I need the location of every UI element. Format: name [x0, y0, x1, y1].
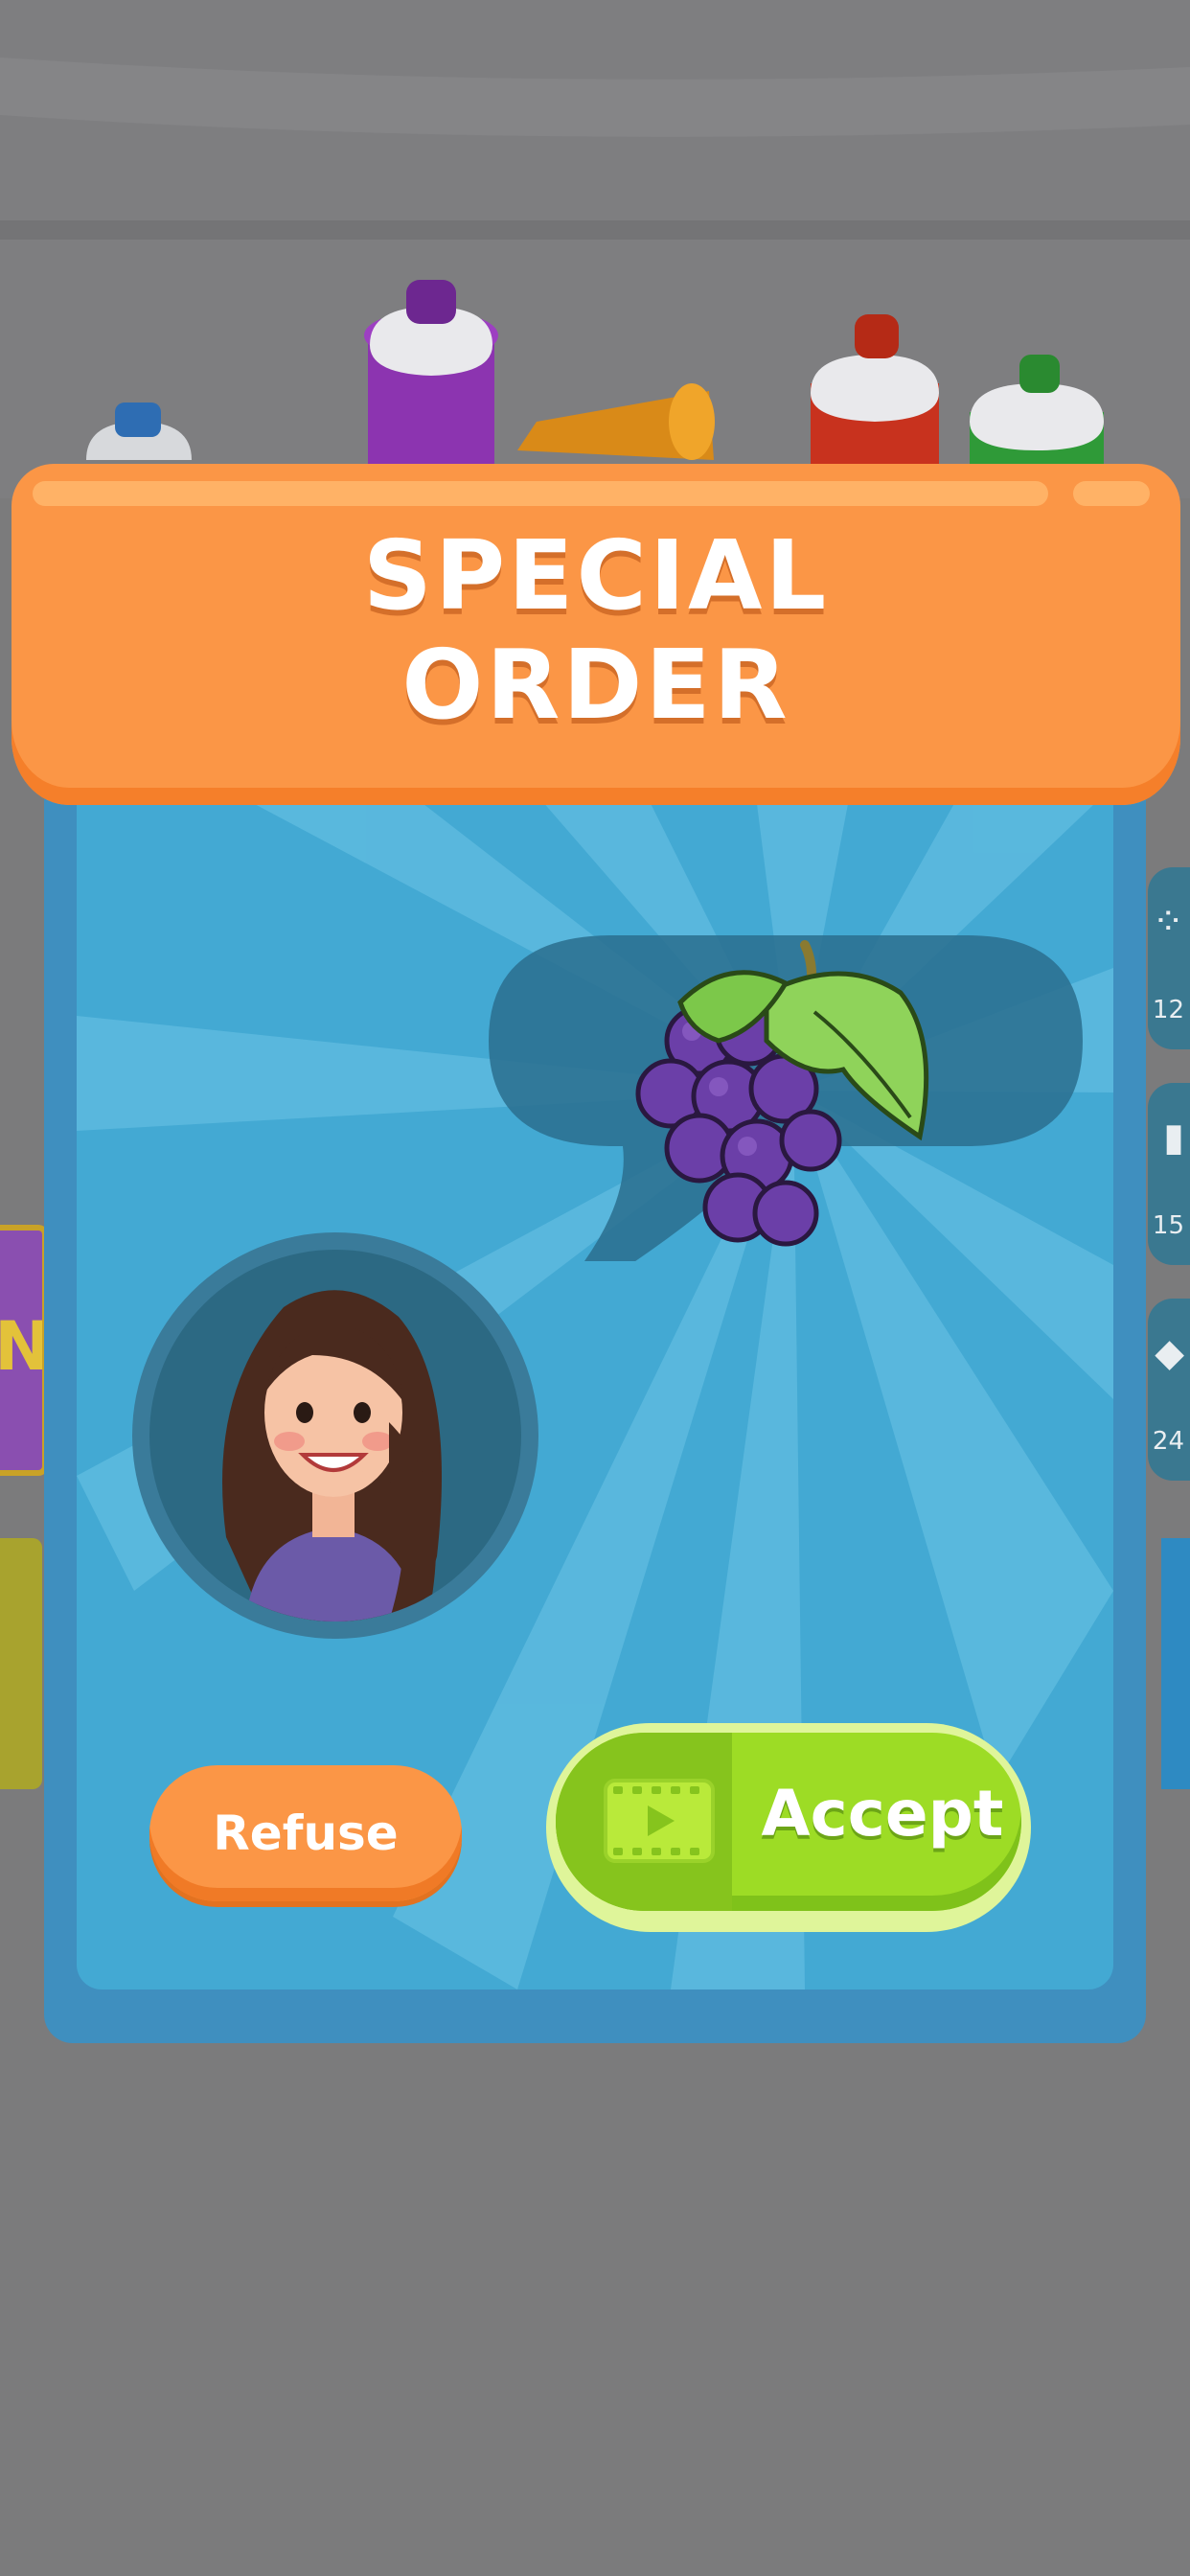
side-tab-count: 12: [1152, 996, 1184, 1024]
header-gloss: [33, 481, 1048, 506]
customer-avatar: [149, 1250, 521, 1622]
side-tab-left-yellow: [0, 1538, 42, 1789]
side-tab-right-3: ◆ 24: [1148, 1299, 1190, 1481]
accept-button-label: Accept: [761, 1777, 1004, 1851]
dialog-title: SPECIAL ORDER: [11, 521, 1180, 740]
customer-avatar-frame: [132, 1232, 538, 1639]
grapes-icon: [635, 940, 929, 1247]
pin-icon: ◆: [1155, 1331, 1184, 1375]
dialog-header: SPECIAL ORDER: [11, 464, 1180, 805]
refuse-button-label: Refuse: [213, 1806, 399, 1861]
shelf-background: [0, 0, 1190, 498]
woman-customer-avatar: [222, 1290, 442, 1622]
title-line-1: SPECIAL: [362, 519, 830, 632]
side-tab-count: 15: [1152, 1211, 1184, 1240]
side-tab-right-1: ⁘ 12: [1148, 867, 1190, 1049]
header-gloss: [1073, 481, 1150, 506]
side-tab-right-2: ▮ 15: [1148, 1083, 1190, 1265]
side-tab-count: 24: [1152, 1427, 1184, 1456]
side-tab-right-bar: [1161, 1538, 1190, 1789]
bottle-icon: ▮: [1162, 1116, 1184, 1160]
accept-button-face: Accept: [556, 1733, 1021, 1911]
title-line-2: ORDER: [401, 629, 790, 741]
side-tab-left-purple: N: [0, 1225, 48, 1476]
video-ad-icon: [604, 1779, 715, 1863]
accept-button[interactable]: Accept: [546, 1723, 1031, 1932]
refuse-button[interactable]: Refuse: [149, 1765, 462, 1901]
dots-icon: ⁘: [1152, 900, 1184, 944]
